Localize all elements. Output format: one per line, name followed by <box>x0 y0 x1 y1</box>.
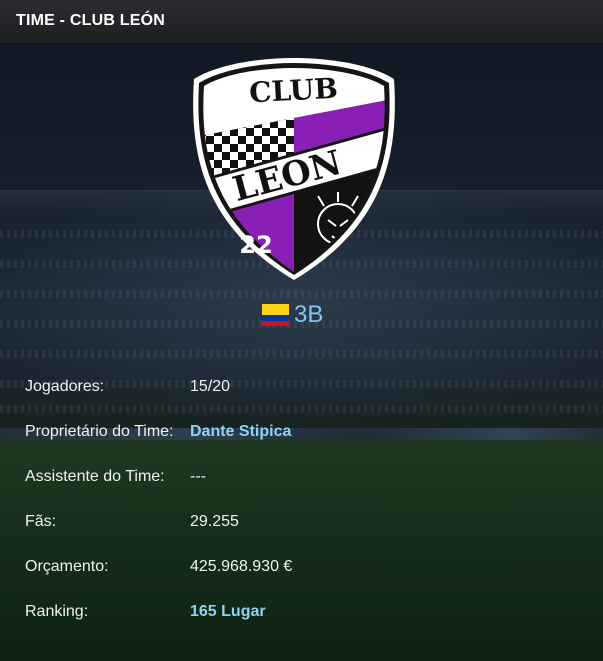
ranking-label: Ranking: <box>25 603 89 620</box>
assistant-value: --- <box>190 468 206 485</box>
colombia-flag-icon <box>262 304 289 326</box>
budget-value: 425.968.930 € <box>190 558 293 575</box>
panel-header: TIME - CLUB LEÓN <box>0 0 603 44</box>
players-value: 15/20 <box>190 378 231 395</box>
players-label: Jogadores: <box>25 378 105 395</box>
owner-link[interactable]: Dante Stipica <box>190 423 291 441</box>
flag-stripe-red <box>262 320 289 326</box>
club-crest-logo: CLUB LEON 22 <box>193 58 395 280</box>
info-row-fans: Fãs: 29.255 <box>25 513 585 533</box>
info-row-budget: Orçamento: 425.968.930 € <box>25 558 585 578</box>
info-row-owner: Proprietário do Time: Dante Stipica <box>25 423 585 443</box>
budget-label: Orçamento: <box>25 558 109 575</box>
ranking-link[interactable]: 165 Lugar <box>190 603 266 621</box>
page-title: TIME - CLUB LEÓN <box>16 12 165 29</box>
fans-label: Fãs: <box>25 513 57 530</box>
info-row-players: Jogadores: 15/20 <box>25 378 585 398</box>
svg-text:CLUB: CLUB <box>248 72 338 110</box>
info-row-assistant: Assistente do Time: --- <box>25 468 585 488</box>
division-label: 3B <box>294 301 324 328</box>
assistant-label: Assistente do Time: <box>25 468 165 485</box>
owner-label: Proprietário do Time: <box>25 423 174 440</box>
team-panel: TIME - CLUB LEÓN CLUB LEON 22 3B Jogador… <box>0 0 603 661</box>
fans-value: 29.255 <box>190 513 239 530</box>
division-indicator: 3B <box>262 301 323 329</box>
info-row-ranking: Ranking: 165 Lugar <box>25 603 585 623</box>
svg-text:22: 22 <box>239 231 272 259</box>
flag-stripe-yellow <box>262 304 289 315</box>
